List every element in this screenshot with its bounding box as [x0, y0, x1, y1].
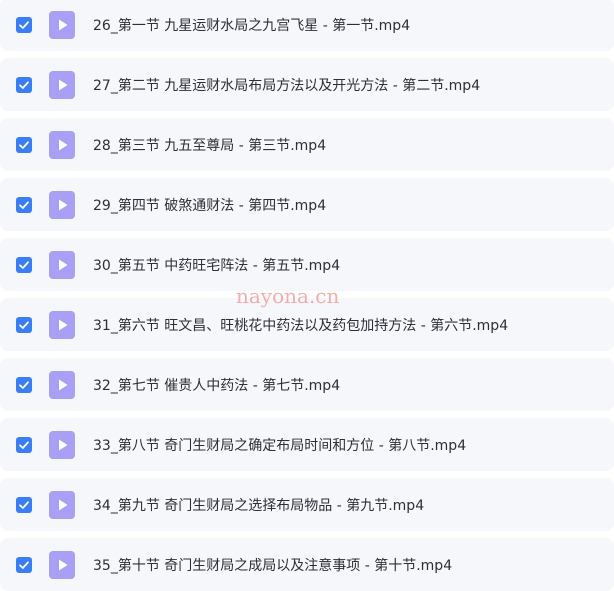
checkbox-checked-icon[interactable] — [16, 256, 32, 273]
file-name[interactable]: 27_第二节 九星运财水局布局方法以及开光方法 - 第二节.mp4 — [93, 75, 480, 95]
file-row[interactable]: 26_第一节 九星运财水局之九宫飞星 - 第一节.mp4 — [0, 0, 614, 51]
video-file-icon — [49, 70, 75, 99]
file-row[interactable]: 32_第七节 催贵人中药法 - 第七节.mp4 — [0, 358, 614, 411]
file-row[interactable]: 30_第五节 中药旺宅阵法 - 第五节.mp4 — [0, 238, 614, 291]
file-list: 26_第一节 九星运财水局之九宫飞星 - 第一节.mp4 27_第二节 九星运财… — [0, 0, 614, 591]
file-row[interactable]: 28_第三节 九五至尊局 - 第三节.mp4 — [0, 118, 614, 171]
file-row[interactable]: 31_第六节 旺文昌、旺桃花中药法以及药包加持方法 - 第六节.mp4 — [0, 298, 614, 351]
checkbox-checked-icon[interactable] — [16, 16, 32, 33]
checkbox-checked-icon[interactable] — [16, 376, 32, 393]
video-file-icon — [49, 310, 75, 339]
file-name[interactable]: 30_第五节 中药旺宅阵法 - 第五节.mp4 — [93, 255, 340, 275]
file-row[interactable]: 29_第四节 破煞通财法 - 第四节.mp4 — [0, 178, 614, 231]
video-file-icon — [49, 370, 75, 399]
file-name[interactable]: 34_第九节 奇门生财局之选择布局物品 - 第九节.mp4 — [93, 495, 424, 515]
checkbox-checked-icon[interactable] — [16, 316, 32, 333]
checkbox-checked-icon[interactable] — [16, 556, 32, 573]
video-file-icon — [49, 10, 75, 39]
checkbox-checked-icon[interactable] — [16, 76, 32, 93]
file-row[interactable]: 35_第十节 奇门生财局之成局以及注意事项 - 第十节.mp4 — [0, 538, 614, 591]
video-file-icon — [49, 250, 75, 279]
file-name[interactable]: 32_第七节 催贵人中药法 - 第七节.mp4 — [93, 375, 340, 395]
video-file-icon — [49, 190, 75, 219]
file-name[interactable]: 28_第三节 九五至尊局 - 第三节.mp4 — [93, 135, 326, 155]
file-name[interactable]: 33_第八节 奇门生财局之确定布局时间和方位 - 第八节.mp4 — [93, 435, 466, 455]
video-file-icon — [49, 430, 75, 459]
file-name[interactable]: 26_第一节 九星运财水局之九宫飞星 - 第一节.mp4 — [93, 15, 410, 35]
file-row[interactable]: 27_第二节 九星运财水局布局方法以及开光方法 - 第二节.mp4 — [0, 58, 614, 111]
file-name[interactable]: 29_第四节 破煞通财法 - 第四节.mp4 — [93, 195, 326, 215]
checkbox-checked-icon[interactable] — [16, 136, 32, 153]
video-file-icon — [49, 130, 75, 159]
checkbox-checked-icon[interactable] — [16, 196, 32, 213]
checkbox-checked-icon[interactable] — [16, 496, 32, 513]
checkbox-checked-icon[interactable] — [16, 436, 32, 453]
video-file-icon — [49, 550, 75, 579]
file-name[interactable]: 31_第六节 旺文昌、旺桃花中药法以及药包加持方法 - 第六节.mp4 — [93, 315, 508, 335]
file-name[interactable]: 35_第十节 奇门生财局之成局以及注意事项 - 第十节.mp4 — [93, 555, 452, 575]
video-file-icon — [49, 490, 75, 519]
file-row[interactable]: 34_第九节 奇门生财局之选择布局物品 - 第九节.mp4 — [0, 478, 614, 531]
file-row[interactable]: 33_第八节 奇门生财局之确定布局时间和方位 - 第八节.mp4 — [0, 418, 614, 471]
